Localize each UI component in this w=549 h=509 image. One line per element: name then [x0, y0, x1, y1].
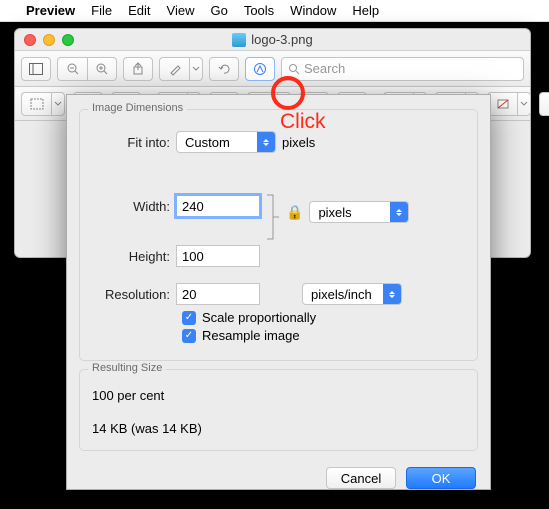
zoom-out-button[interactable]	[57, 57, 87, 81]
constrain-bracket	[266, 171, 280, 241]
resulting-filesize: 14 KB (was 14 KB)	[92, 421, 465, 436]
fit-into-select[interactable]: Custom	[176, 131, 276, 153]
markup-toggle-button[interactable]	[245, 57, 275, 81]
cancel-button[interactable]: Cancel	[326, 467, 396, 489]
resolution-label: Resolution:	[92, 287, 170, 302]
resample-image-label: Resample image	[202, 328, 300, 343]
share-button[interactable]	[123, 57, 153, 81]
titlebar: logo-3.png	[15, 29, 530, 51]
resulting-size-group: Resulting Size 100 per cent 14 KB (was 1…	[79, 369, 478, 451]
resulting-size-title: Resulting Size	[88, 362, 166, 374]
menu-file[interactable]: File	[91, 3, 112, 18]
font-style-button[interactable]: A	[539, 92, 549, 116]
height-input[interactable]	[176, 245, 260, 267]
menubar: Preview File Edit View Go Tools Window H…	[0, 0, 549, 22]
resulting-percent: 100 per cent	[92, 388, 465, 403]
highlight-button[interactable]	[159, 57, 189, 81]
scale-proportionally-checkbox[interactable]: ✓Scale proportionally	[182, 310, 465, 325]
main-toolbar: Search	[15, 51, 530, 87]
menu-go[interactable]: Go	[210, 3, 227, 18]
resample-image-checkbox[interactable]: ✓Resample image	[182, 328, 465, 343]
fill-color-button[interactable]	[487, 92, 517, 116]
search-field[interactable]: Search	[281, 57, 524, 81]
menu-tools[interactable]: Tools	[244, 3, 274, 18]
width-label: Width:	[92, 199, 170, 214]
search-icon	[288, 63, 300, 75]
window-title: logo-3.png	[251, 32, 312, 47]
ok-button[interactable]: OK	[406, 467, 476, 489]
image-dimensions-group: Image Dimensions Fit into: Custom pixels…	[79, 109, 478, 361]
scale-proportionally-label: Scale proportionally	[202, 310, 316, 325]
image-dimensions-sheet: Image Dimensions Fit into: Custom pixels…	[66, 94, 491, 490]
fill-color-menu-button[interactable]	[517, 92, 531, 116]
menu-edit[interactable]: Edit	[128, 3, 150, 18]
menu-help[interactable]: Help	[352, 3, 379, 18]
fit-into-label: Fit into:	[92, 135, 170, 150]
menu-view[interactable]: View	[167, 3, 195, 18]
highlight-menu-button[interactable]	[189, 57, 203, 81]
sidebar-toggle-button[interactable]	[21, 57, 51, 81]
rotate-button[interactable]	[209, 57, 239, 81]
width-input[interactable]	[176, 195, 260, 217]
tutorial-click-label: Click	[280, 110, 326, 134]
search-placeholder: Search	[304, 61, 345, 76]
height-label: Height:	[92, 249, 170, 264]
resolution-input[interactable]	[176, 283, 260, 305]
fit-into-unit-label: pixels	[282, 135, 315, 150]
resolution-unit-select[interactable]: pixels/inch	[302, 283, 402, 305]
rect-select-button[interactable]	[21, 92, 51, 116]
group-title: Image Dimensions	[88, 102, 187, 114]
zoom-in-button[interactable]	[87, 57, 117, 81]
select-menu-button[interactable]	[51, 92, 65, 116]
document-icon	[232, 33, 246, 47]
app-menu[interactable]: Preview	[26, 3, 75, 18]
menu-window[interactable]: Window	[290, 3, 336, 18]
wh-unit-select[interactable]: pixels	[309, 201, 409, 223]
lock-icon[interactable]: 🔒	[286, 204, 303, 221]
